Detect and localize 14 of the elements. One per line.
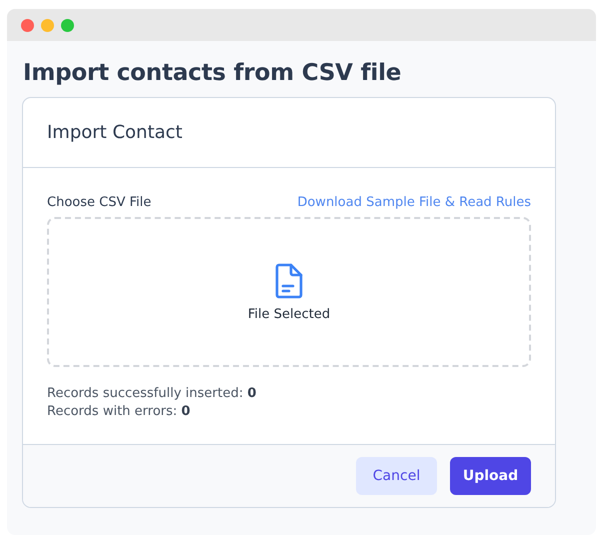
card-title: Import Contact	[47, 122, 182, 143]
file-dropzone[interactable]: File Selected	[47, 217, 531, 367]
upload-button[interactable]: Upload	[450, 457, 531, 495]
window-control-button[interactable]	[21, 18, 34, 32]
cancel-button[interactable]: Cancel	[356, 457, 437, 495]
window-control-button[interactable]	[61, 18, 74, 32]
file-status: File Selected	[248, 306, 330, 322]
field-label: Choose CSV File	[47, 195, 152, 210]
record-count: Records successfully inserted: 0	[47, 386, 258, 401]
sample-file-link[interactable]: Download Sample File & Read Rules	[297, 195, 531, 210]
record-count: Records with errors: 0	[47, 404, 192, 419]
document-icon	[274, 262, 304, 298]
page-title: Import contacts from CSV file	[23, 60, 402, 86]
window-control-button[interactable]	[41, 18, 54, 32]
